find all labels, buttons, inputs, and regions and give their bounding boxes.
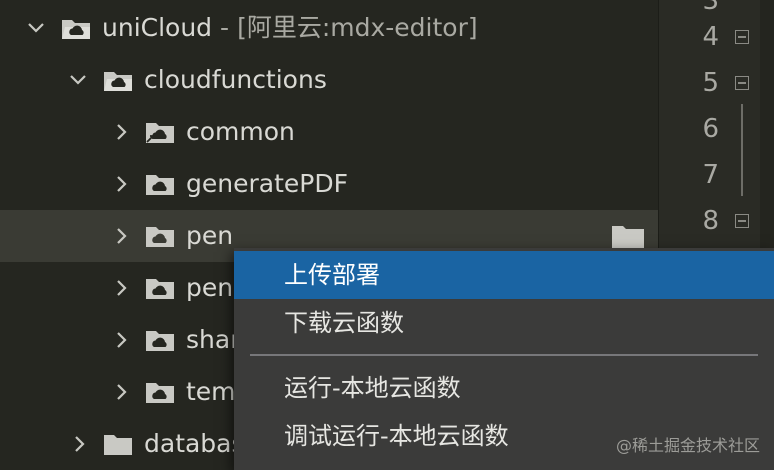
folder-cloud-link-icon bbox=[146, 123, 174, 143]
folder-icon[interactable] bbox=[611, 222, 645, 250]
chevron-right-icon[interactable] bbox=[112, 382, 132, 402]
ide-window: uniCloud - [阿里云:mdx-editor] cloudfunctions bbox=[0, 0, 774, 470]
tree-row-label: pen bbox=[186, 221, 234, 250]
fold-guide-line bbox=[741, 104, 743, 196]
menu-item-run-local[interactable]: 运行-本地云函数 bbox=[234, 364, 774, 412]
line-number: 6 bbox=[702, 114, 719, 144]
context-menu: 上传部署 下载云函数 运行-本地云函数 调试运行-本地云函数 @稀土掘金技术社区 bbox=[234, 248, 774, 470]
watermark: @稀土掘金技术社区 bbox=[615, 436, 760, 455]
tree-row-label: generatePDF bbox=[186, 169, 348, 198]
chevron-right-icon[interactable] bbox=[112, 330, 132, 350]
unicloud-label: uniCloud bbox=[102, 13, 213, 42]
chevron-right-icon[interactable] bbox=[70, 434, 90, 454]
chevron-right-icon[interactable] bbox=[112, 174, 132, 194]
folder-open-icon bbox=[104, 72, 132, 91]
line-number: 3 bbox=[702, 0, 719, 16]
label-separator: - bbox=[220, 13, 230, 42]
menu-divider bbox=[250, 354, 758, 356]
chevron-right-icon[interactable] bbox=[112, 122, 132, 142]
folder-icon bbox=[104, 435, 132, 455]
tree-row-label: uniCloud - [阿里云:mdx-editor] bbox=[102, 13, 478, 43]
chevron-right-icon[interactable] bbox=[112, 278, 132, 298]
line-number: 5 bbox=[702, 68, 719, 98]
fold-minus-icon[interactable] bbox=[735, 30, 749, 44]
fold-minus-icon[interactable] bbox=[735, 76, 749, 90]
line-number: 4 bbox=[702, 22, 719, 52]
tree-row-unicloud[interactable]: uniCloud - [阿里云:mdx-editor] bbox=[0, 2, 658, 54]
tree-row-generatepdf[interactable]: generatePDF bbox=[0, 158, 658, 210]
chevron-down-icon[interactable] bbox=[68, 70, 88, 90]
fold-minus-icon[interactable] bbox=[735, 214, 749, 228]
tree-row-label: tem bbox=[186, 377, 236, 406]
tree-row-label: pen bbox=[186, 273, 234, 302]
folder-cloud-icon bbox=[146, 175, 174, 195]
tree-row-label: shar bbox=[186, 325, 241, 354]
line-number: 8 bbox=[702, 206, 719, 236]
folder-cloud-icon bbox=[146, 279, 174, 299]
folder-cloud-icon bbox=[146, 383, 174, 403]
folder-open-icon bbox=[62, 20, 90, 39]
tree-row-label: common bbox=[186, 117, 295, 146]
menu-item-upload-deploy[interactable]: 上传部署 bbox=[234, 251, 774, 299]
line-number: 7 bbox=[702, 160, 719, 190]
cloud-provider-label: [阿里云:mdx-editor] bbox=[237, 13, 478, 42]
tree-row-cloudfunctions[interactable]: cloudfunctions bbox=[0, 54, 658, 106]
chevron-down-icon[interactable] bbox=[26, 18, 46, 38]
chevron-right-icon[interactable] bbox=[112, 226, 132, 246]
folder-cloud-icon bbox=[146, 331, 174, 351]
tree-row-label: cloudfunctions bbox=[144, 65, 327, 94]
menu-item-download-cloud-function[interactable]: 下载云函数 bbox=[234, 299, 774, 347]
folder-cloud-icon bbox=[146, 227, 174, 247]
tree-row-common[interactable]: common bbox=[0, 106, 658, 158]
tree-row-label: databas bbox=[144, 429, 245, 458]
